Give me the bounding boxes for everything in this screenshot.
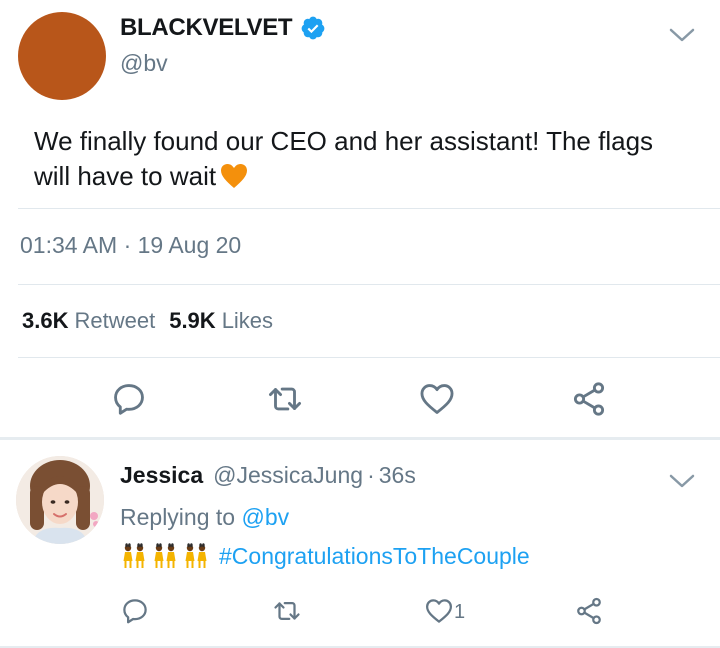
replying-to-link[interactable]: @bv [241, 504, 289, 530]
replying-to-line: Replying to @bv [120, 504, 289, 531]
reply-like-count[interactable]: 1 [454, 601, 465, 624]
reply-display-name[interactable]: Jessica [120, 462, 203, 489]
chevron-down-icon[interactable] [668, 472, 696, 490]
author-row: BLACKVELVET [120, 14, 326, 42]
retweet-label[interactable]: Retweet [74, 308, 155, 334]
reply-timestamp[interactable]: 36s [379, 462, 416, 489]
like-count[interactable]: 5.9K [169, 308, 215, 334]
reply-handle[interactable]: @JessicaJung [213, 462, 363, 489]
retweet-icon[interactable] [272, 596, 302, 626]
like-icon[interactable] [424, 596, 454, 626]
reply-icon[interactable] [110, 380, 148, 418]
reply-icon[interactable] [120, 596, 150, 626]
reply-text: #CongratulationsToTheCouple [120, 542, 530, 570]
hashtag-link[interactable]: #CongratulationsToTheCouple [219, 543, 530, 570]
share-icon[interactable] [570, 380, 608, 418]
replying-to-label: Replying to [120, 504, 236, 530]
reply-tweet: Jessica @JessicaJung · 36s Replying to @… [0, 440, 720, 648]
retweet-count[interactable]: 3.6K [22, 308, 68, 334]
tweet-stats: 3.6K Retweet 5.9K Likes [22, 308, 287, 334]
like-icon[interactable] [418, 380, 456, 418]
divider [18, 284, 720, 285]
author-display-name[interactable]: BLACKVELVET [120, 14, 293, 42]
like-label[interactable]: Likes [222, 308, 273, 334]
tweet-body: We finally found our CEO and her assista… [34, 126, 654, 191]
avatar-photo-icon [16, 456, 104, 544]
avatar[interactable] [18, 12, 106, 100]
avatar[interactable] [16, 456, 104, 544]
verified-badge-icon [301, 16, 325, 40]
author-handle[interactable]: @bv [120, 50, 168, 77]
orange-heart-icon [221, 164, 248, 188]
retweet-icon[interactable] [266, 380, 304, 418]
dancers-icon [154, 543, 176, 568]
divider [18, 357, 720, 358]
share-icon[interactable] [574, 596, 604, 626]
dancers-icon [185, 543, 207, 568]
dancers-emojis [120, 542, 213, 570]
chevron-down-icon[interactable] [668, 26, 696, 44]
main-tweet: BLACKVELVET @bv We finally found our CEO… [0, 0, 720, 438]
reply-author-row: Jessica @JessicaJung · 36s [120, 462, 416, 489]
divider [18, 208, 720, 209]
tweet-timestamp[interactable]: 01:34 AM · 19 Aug 20 [20, 232, 241, 259]
dancers-icon [123, 543, 145, 568]
tweet-text: We finally found our CEO and her assista… [34, 124, 654, 194]
separator-dot: · [367, 462, 375, 488]
